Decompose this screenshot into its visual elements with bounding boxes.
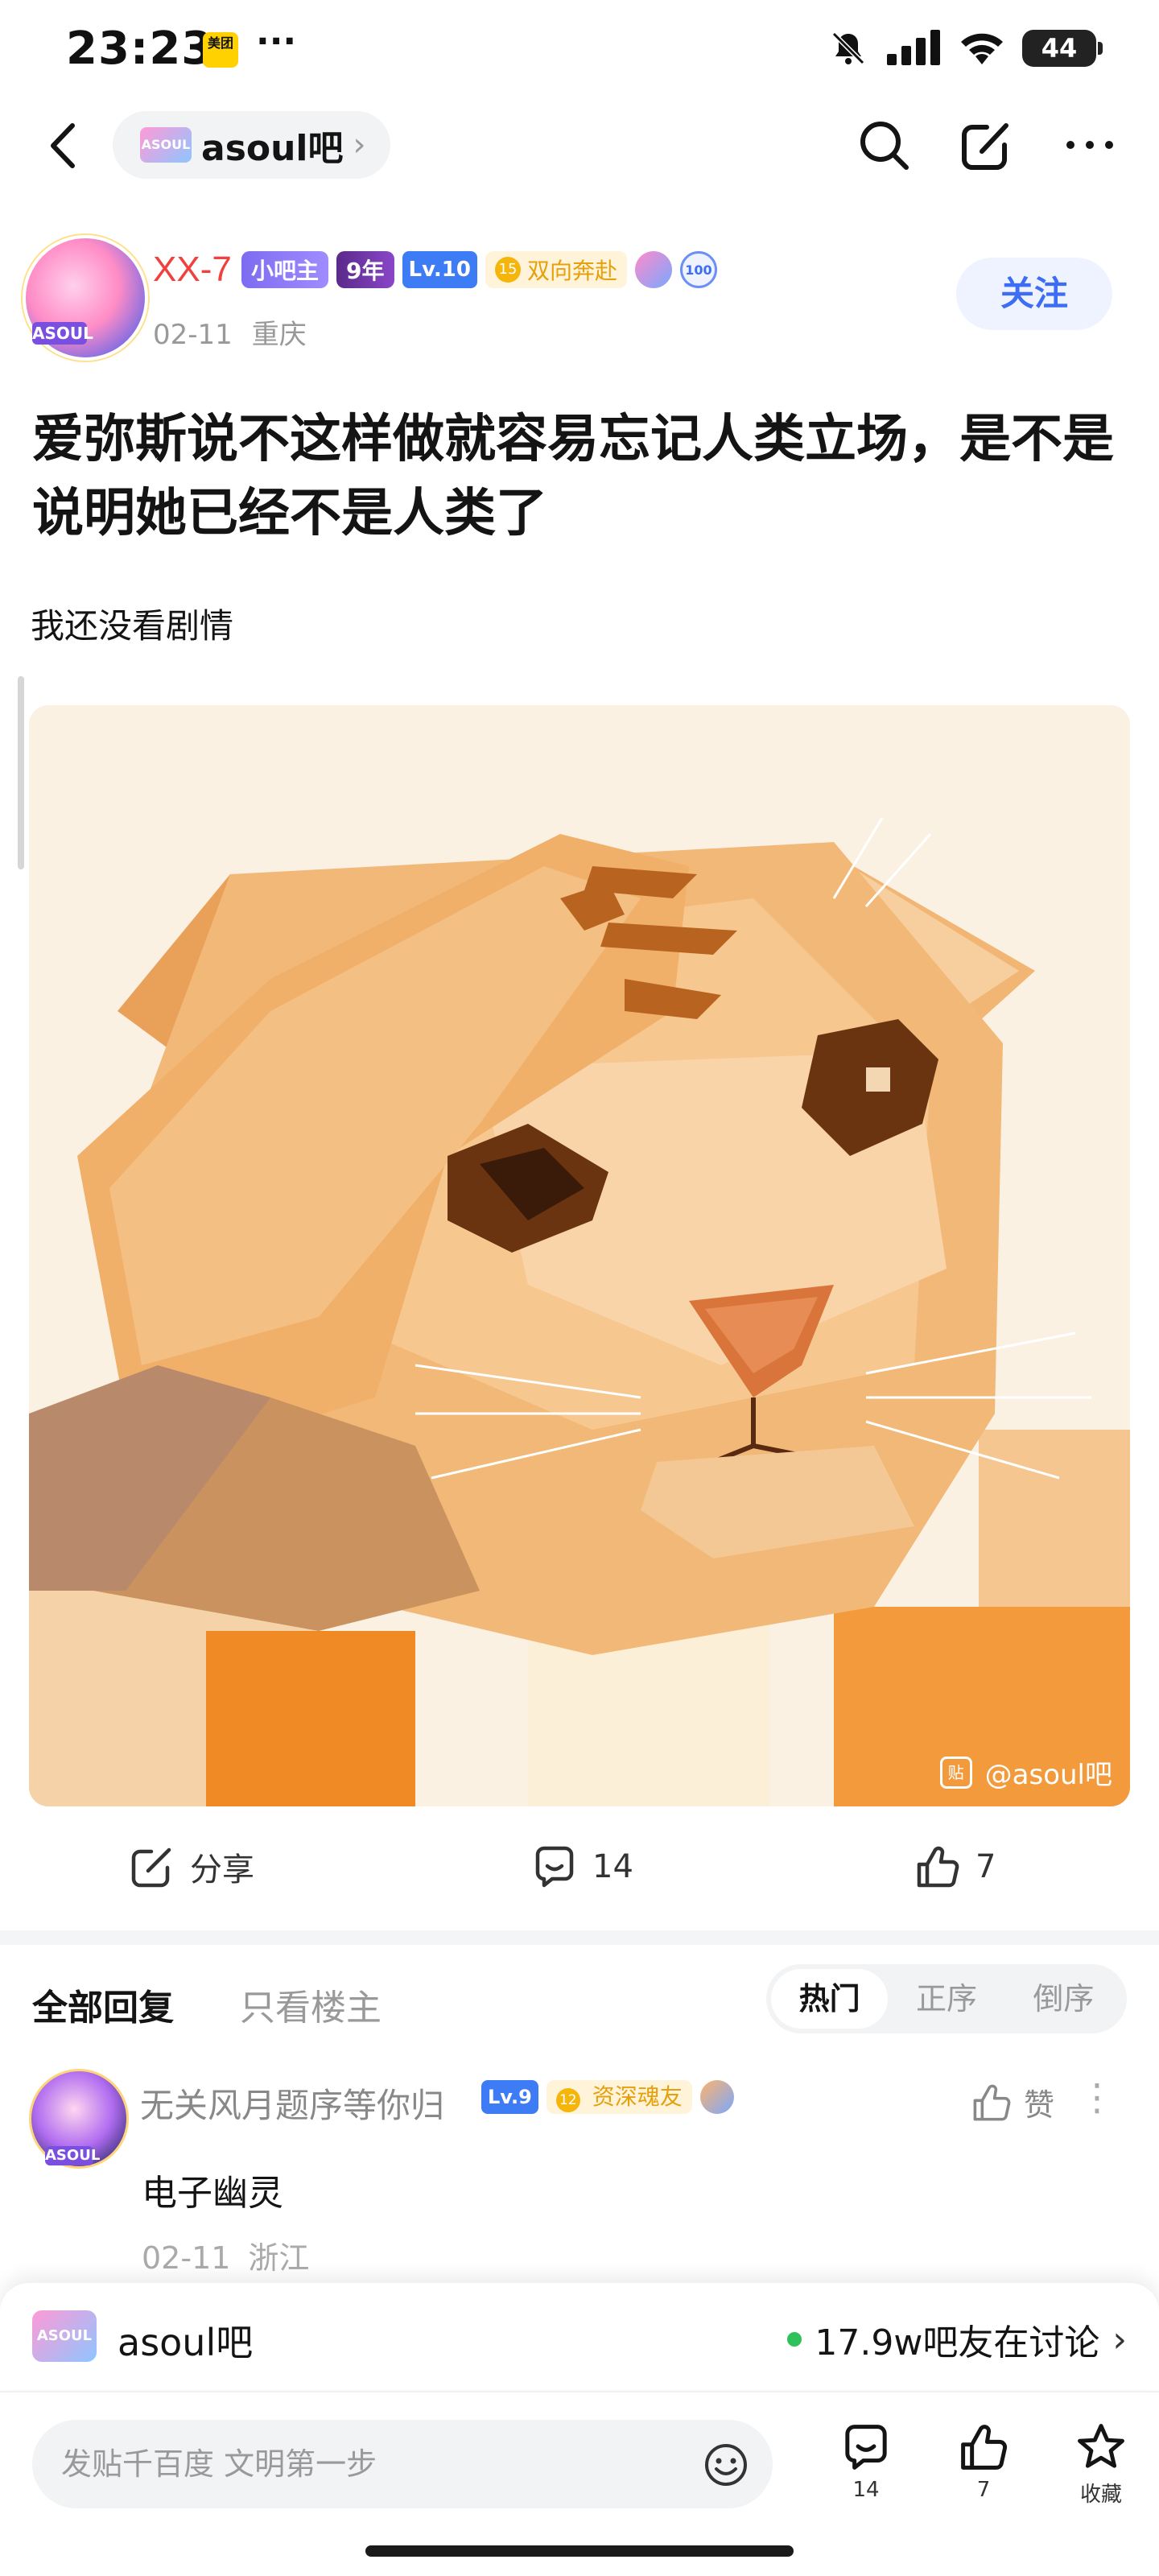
forum-logo: ASOUL	[32, 2310, 97, 2362]
share-label: 分享	[190, 1852, 254, 1889]
bottom-like-count: 7	[976, 2478, 991, 2502]
chevron-right-icon: ›	[353, 126, 366, 163]
comment-item: ASOUL 无关风月题序等你归 Lv.9 12 资深魂友 赞 ⋮ 电子幽灵 02…	[0, 2069, 1159, 2276]
follow-button[interactable]: 关注	[956, 258, 1112, 330]
friend-badge-number: 12	[555, 2088, 580, 2112]
share-button[interactable]: 分享	[129, 1843, 254, 1890]
like-icon	[973, 2084, 1011, 2120]
reply-input[interactable]	[61, 2420, 689, 2508]
forum-banner-name: asoul吧	[118, 2321, 254, 2364]
level-badge: Lv.9	[481, 2080, 538, 2114]
level-badge: Lv.10	[402, 251, 477, 288]
forum-name: asoul吧	[201, 128, 344, 169]
sort-switch: 热门 正序 倒序	[766, 1964, 1127, 2033]
comment-like-label: 赞	[1023, 2087, 1054, 2123]
comment-like-button[interactable]: 赞	[971, 2080, 1054, 2124]
status-icons: 44	[829, 29, 1103, 68]
star-icon	[1078, 2424, 1124, 2468]
decoration-badge-icon	[699, 2080, 734, 2114]
bottom-collect-button[interactable]: 收藏	[1061, 2421, 1141, 2508]
watermark-text: @asoul吧	[984, 1759, 1112, 1791]
like-icon	[917, 1846, 959, 1888]
search-icon[interactable]	[855, 116, 913, 174]
author-name[interactable]: XX-7	[153, 250, 232, 290]
meituan-notification-icon: 美团	[203, 32, 238, 68]
image-watermark: 贴 @asoul吧	[939, 1752, 1112, 1792]
cat-illustration	[29, 705, 1130, 1806]
years-badge: 9年	[336, 251, 394, 288]
author-meta: 02-11 重庆	[153, 312, 307, 352]
sort-descending[interactable]: 倒序	[1005, 1969, 1122, 2029]
home-indicator[interactable]	[365, 2545, 794, 2557]
mute-bell-icon	[831, 31, 865, 65]
bottom-collect-label: 收藏	[1079, 2483, 1122, 2507]
comment-icon	[535, 1846, 574, 1888]
commenter-badges: Lv.9 12 资深魂友	[481, 2080, 734, 2114]
post-title: 爱弥斯说不这样做就容易忘记人类立场，是不是说明她已经不是人类了	[32, 410, 1114, 543]
like-button[interactable]: 7	[914, 1843, 996, 1890]
top-nav: ASOUL asoul吧 ›	[0, 105, 1159, 185]
more-notifications-indicator: ···	[256, 21, 297, 62]
tab-op-only[interactable]: 只看楼主	[240, 1979, 382, 2030]
scrollbar[interactable]	[18, 676, 24, 869]
edit-icon[interactable]	[958, 116, 1016, 174]
wifi-icon	[961, 33, 1003, 64]
comment-count: 14	[592, 1848, 633, 1885]
sort-hot[interactable]: 热门	[771, 1969, 889, 2029]
section-divider	[0, 1930, 1159, 1945]
comment-text: 电子幽灵	[142, 2173, 283, 2214]
comment-icon	[845, 2425, 887, 2470]
forum-banner[interactable]: ASOUL asoul吧 17.9w吧友在讨论 ›	[0, 2283, 1159, 2389]
comment-date: 02-11	[142, 2240, 231, 2276]
status-time: 23:23	[66, 23, 214, 75]
status-bar: 23:23 美团 ··· 44	[0, 0, 1159, 97]
post-date: 02-11	[153, 319, 233, 351]
sort-ascending[interactable]: 正序	[888, 1969, 1004, 2029]
forum-discussing: 17.9w吧友在讨论 ›	[787, 2314, 1127, 2365]
back-icon[interactable]	[40, 118, 89, 174]
friend-badge: 15 双向奔赴	[485, 251, 627, 288]
forum-logo: ASOUL	[140, 127, 192, 163]
forum-entry-pill[interactable]: ASOUL asoul吧 ›	[113, 111, 390, 179]
commenter-name[interactable]: 无关风月题序等你归	[140, 2079, 444, 2128]
comment-meta: 02-11 浙江	[142, 2233, 309, 2277]
more-icon[interactable]	[1061, 116, 1119, 174]
friend-badge: 12 资深魂友	[546, 2080, 692, 2114]
avatar-frame-tag: ASOUL	[45, 2146, 101, 2165]
bottom-comment-button[interactable]: 14	[826, 2421, 906, 2502]
reply-input-box[interactable]	[32, 2420, 773, 2508]
tieba-logo-icon: 贴	[939, 1756, 972, 1789]
friend-badge-label: 双向奔赴	[526, 258, 617, 284]
bottom-comment-count: 14	[852, 2478, 880, 2502]
signal-icon	[887, 30, 940, 65]
battery-icon: 44	[1022, 30, 1103, 67]
moderator-badge: 小吧主	[241, 251, 329, 288]
friend-badge-number: 15	[494, 257, 521, 283]
post-body: 我还没看剧情	[31, 606, 234, 646]
tab-all-replies[interactable]: 全部回复	[32, 1979, 174, 2030]
like-count: 7	[975, 1848, 996, 1885]
friend-badge-label: 资深魂友	[592, 2083, 683, 2110]
author-badges: 小吧主 9年 Lv.10 15 双向奔赴 100	[241, 251, 717, 288]
comment-location: 浙江	[248, 2240, 310, 2276]
online-dot-icon	[787, 2332, 802, 2347]
emoji-icon[interactable]	[702, 2441, 750, 2489]
share-icon	[131, 1847, 171, 1888]
hundred-badge-icon: 100	[679, 251, 717, 288]
like-icon	[961, 2425, 1008, 2470]
nav-actions	[855, 116, 1119, 174]
bottom-bar: 14 7 收藏	[0, 2392, 1159, 2576]
post-author: ASOUL XX-7 小吧主 9年 Lv.10 15 双向奔赴 100 02-1…	[0, 235, 1159, 364]
decoration-badge-icon	[634, 251, 672, 288]
post-location: 重庆	[251, 319, 307, 351]
chevron-right-icon: ›	[1112, 2318, 1127, 2360]
bottom-like-button[interactable]: 7	[943, 2421, 1024, 2502]
discussing-count: 17.9w吧友在讨论	[815, 2322, 1100, 2363]
comment-more-icon[interactable]: ⋮	[1079, 2079, 1116, 2116]
comment-button[interactable]: 14	[531, 1843, 633, 1890]
post-actions: 分享 14 7	[0, 1827, 1159, 1908]
post-image[interactable]: 贴 @asoul吧	[29, 705, 1130, 1806]
avatar-frame-tag: ASOUL	[32, 322, 93, 345]
replies-header: 全部回复 只看楼主 热门 正序 倒序	[0, 1964, 1159, 2037]
